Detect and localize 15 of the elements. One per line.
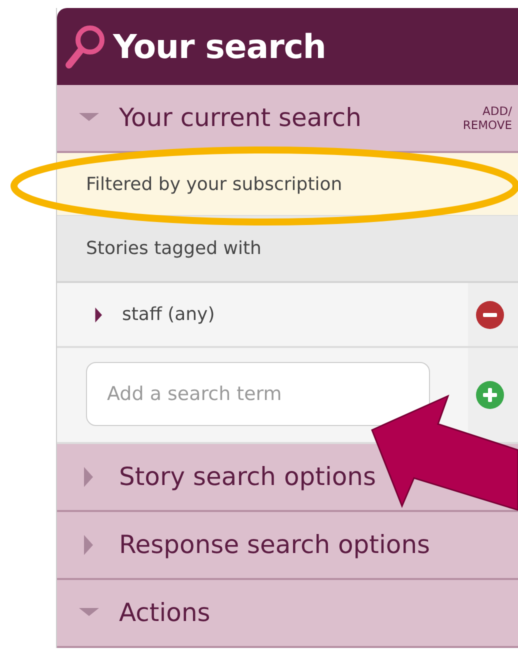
search-term[interactable]: staff (any) [122,301,215,328]
section-title: Response search options [119,529,430,562]
remove-icon[interactable] [476,300,504,328]
group-label: Stories tagged with [57,216,518,283]
panel-title: Your search [113,26,326,68]
section-title: Story search options [119,461,376,494]
section-header[interactable]: Actions [57,580,518,648]
section-header[interactable]: Response search options [57,512,518,580]
section-title: Your current search [119,102,362,134]
search-icon [63,22,107,70]
search-term-field[interactable]: Add a search term [86,362,430,426]
section-header[interactable]: Your current search ADD/ REMOVE [57,85,518,153]
add-icon[interactable] [476,381,504,409]
section-title: Actions [119,597,210,630]
add-remove-link[interactable]: ADD/ REMOVE [462,104,518,132]
